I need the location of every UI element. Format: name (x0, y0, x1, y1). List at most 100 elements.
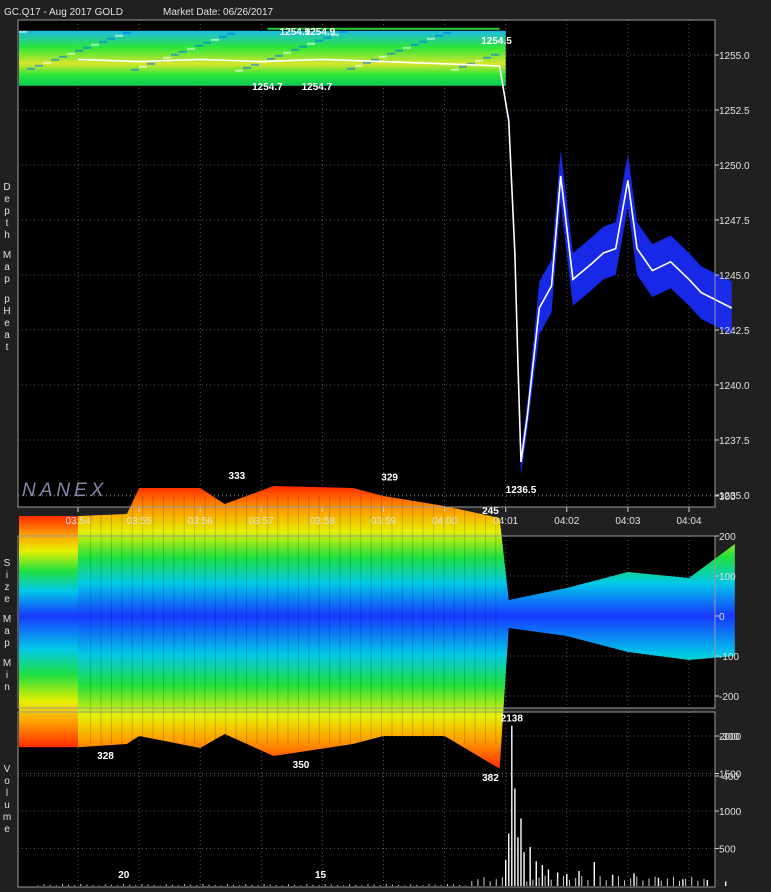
depth-band-texture (91, 43, 99, 46)
market-date: Market Date: 06/26/2017 (163, 7, 274, 18)
depth-band-texture (267, 57, 275, 60)
size-streak (495, 496, 497, 744)
size-streak (246, 496, 248, 744)
size-annotation: 382 (482, 773, 499, 784)
size-streak (318, 496, 320, 744)
size-y-tick-label: -200 (719, 692, 739, 703)
depth-band-texture (243, 66, 251, 69)
depth-band-texture (251, 63, 259, 66)
depth-band-texture (123, 31, 131, 34)
depth-annotation: 1254.5 (481, 36, 512, 47)
depth-y-tick-label: 1252.5 (719, 106, 750, 117)
size-streak (412, 496, 414, 744)
size-streak (287, 496, 289, 744)
size-streak (391, 496, 393, 744)
depth-band-texture (443, 31, 451, 34)
depth-band-texture (403, 46, 411, 49)
size-streak (329, 496, 331, 744)
depth-band-texture (427, 37, 435, 40)
watermark: NANEX (22, 480, 107, 501)
size-streak (152, 496, 154, 744)
depth-band-texture (219, 35, 227, 38)
size-streak (183, 496, 185, 744)
depth-band-texture (115, 34, 123, 37)
depth-band-texture (35, 64, 43, 67)
depth-band-texture (291, 48, 299, 51)
depth-band-texture (363, 61, 371, 64)
depth-band-texture (387, 52, 395, 55)
depth-band-texture (411, 43, 419, 46)
size-streak (339, 496, 341, 744)
size-annotation: 350 (293, 760, 310, 771)
depth-band-texture (131, 68, 139, 71)
size-streak (121, 496, 123, 744)
depth-band-texture (163, 56, 171, 59)
size-streak (297, 496, 299, 744)
depth-y-tick-label: 1242.5 (719, 326, 750, 337)
size-streak (110, 496, 112, 744)
depth-band-texture (339, 30, 347, 33)
size-streak (422, 496, 424, 744)
depth-band-texture (43, 61, 51, 64)
depth-band-texture (491, 53, 499, 56)
depth-band-texture (27, 67, 35, 70)
depth-band-texture (475, 59, 483, 62)
depth-band-texture (283, 51, 291, 54)
size-streak (370, 496, 372, 744)
depth-band-texture (355, 64, 363, 67)
depth-band-texture (459, 65, 467, 68)
size-streak (162, 496, 164, 744)
size-annotation: 245 (482, 506, 499, 517)
size-streak (131, 496, 133, 744)
time-tick-label: 03:54 (65, 516, 90, 527)
depth-band-texture (51, 58, 59, 61)
depth-band-texture (451, 68, 459, 71)
size-y-tick-label: 100 (719, 572, 736, 583)
size-y-axis-label: Size Map Min (3, 558, 11, 693)
depth-band-texture (179, 50, 187, 53)
depth-band-texture (203, 41, 211, 44)
size-streak (235, 496, 237, 744)
size-streak (453, 496, 455, 744)
depth-band-texture (347, 67, 355, 70)
time-tick-label: 04:04 (676, 516, 701, 527)
depth-band-texture (19, 30, 27, 33)
depth-band-texture (483, 56, 491, 59)
depth-annotation: 1254.7 (252, 82, 283, 93)
size-streak (173, 496, 175, 744)
time-tick-label: 04:01 (493, 516, 518, 527)
bid-size-lead (19, 516, 78, 616)
volume-y-tick-label: 500 (719, 845, 736, 856)
time-tick-label: 04:00 (432, 516, 457, 527)
depth-band-texture (75, 49, 83, 52)
size-streak (308, 496, 310, 744)
depth-annotation: 1254.7 (302, 82, 333, 93)
size-y-tick-label: 300 (719, 492, 736, 503)
size-streak (360, 496, 362, 744)
size-streak (100, 496, 102, 744)
depth-y-tick-label: 1247.5 (719, 216, 750, 227)
volume-y-tick-label: 1000 (719, 807, 742, 818)
size-y-tick-label: -100 (719, 652, 739, 663)
depth-band-texture (171, 53, 179, 56)
depth-y-tick-label: 1237.5 (719, 436, 750, 447)
size-y-tick-label: 200 (719, 532, 736, 543)
symbol-title: GC.Q17 - Aug 2017 GOLD (4, 7, 123, 18)
depth-band-texture (195, 44, 203, 47)
size-streak (464, 496, 466, 744)
depth-band-texture (395, 49, 403, 52)
size-streak (266, 496, 268, 744)
depth-band-texture (419, 40, 427, 43)
depth-y-tick-label: 1255.0 (719, 51, 750, 62)
volume-y-axis-label: Volume (3, 764, 11, 835)
depth-band-texture (107, 37, 115, 40)
depth-y-tick-label: 1250.0 (719, 161, 750, 172)
time-tick-label: 03:58 (310, 516, 335, 527)
size-streak (401, 496, 403, 744)
size-streak (349, 496, 351, 744)
time-tick-label: 03:56 (188, 516, 213, 527)
depth-annotation: 1236.5 (506, 485, 537, 496)
size-annotation: 328 (97, 751, 114, 762)
depth-band-texture (307, 42, 315, 45)
depth-band-texture (315, 39, 323, 42)
